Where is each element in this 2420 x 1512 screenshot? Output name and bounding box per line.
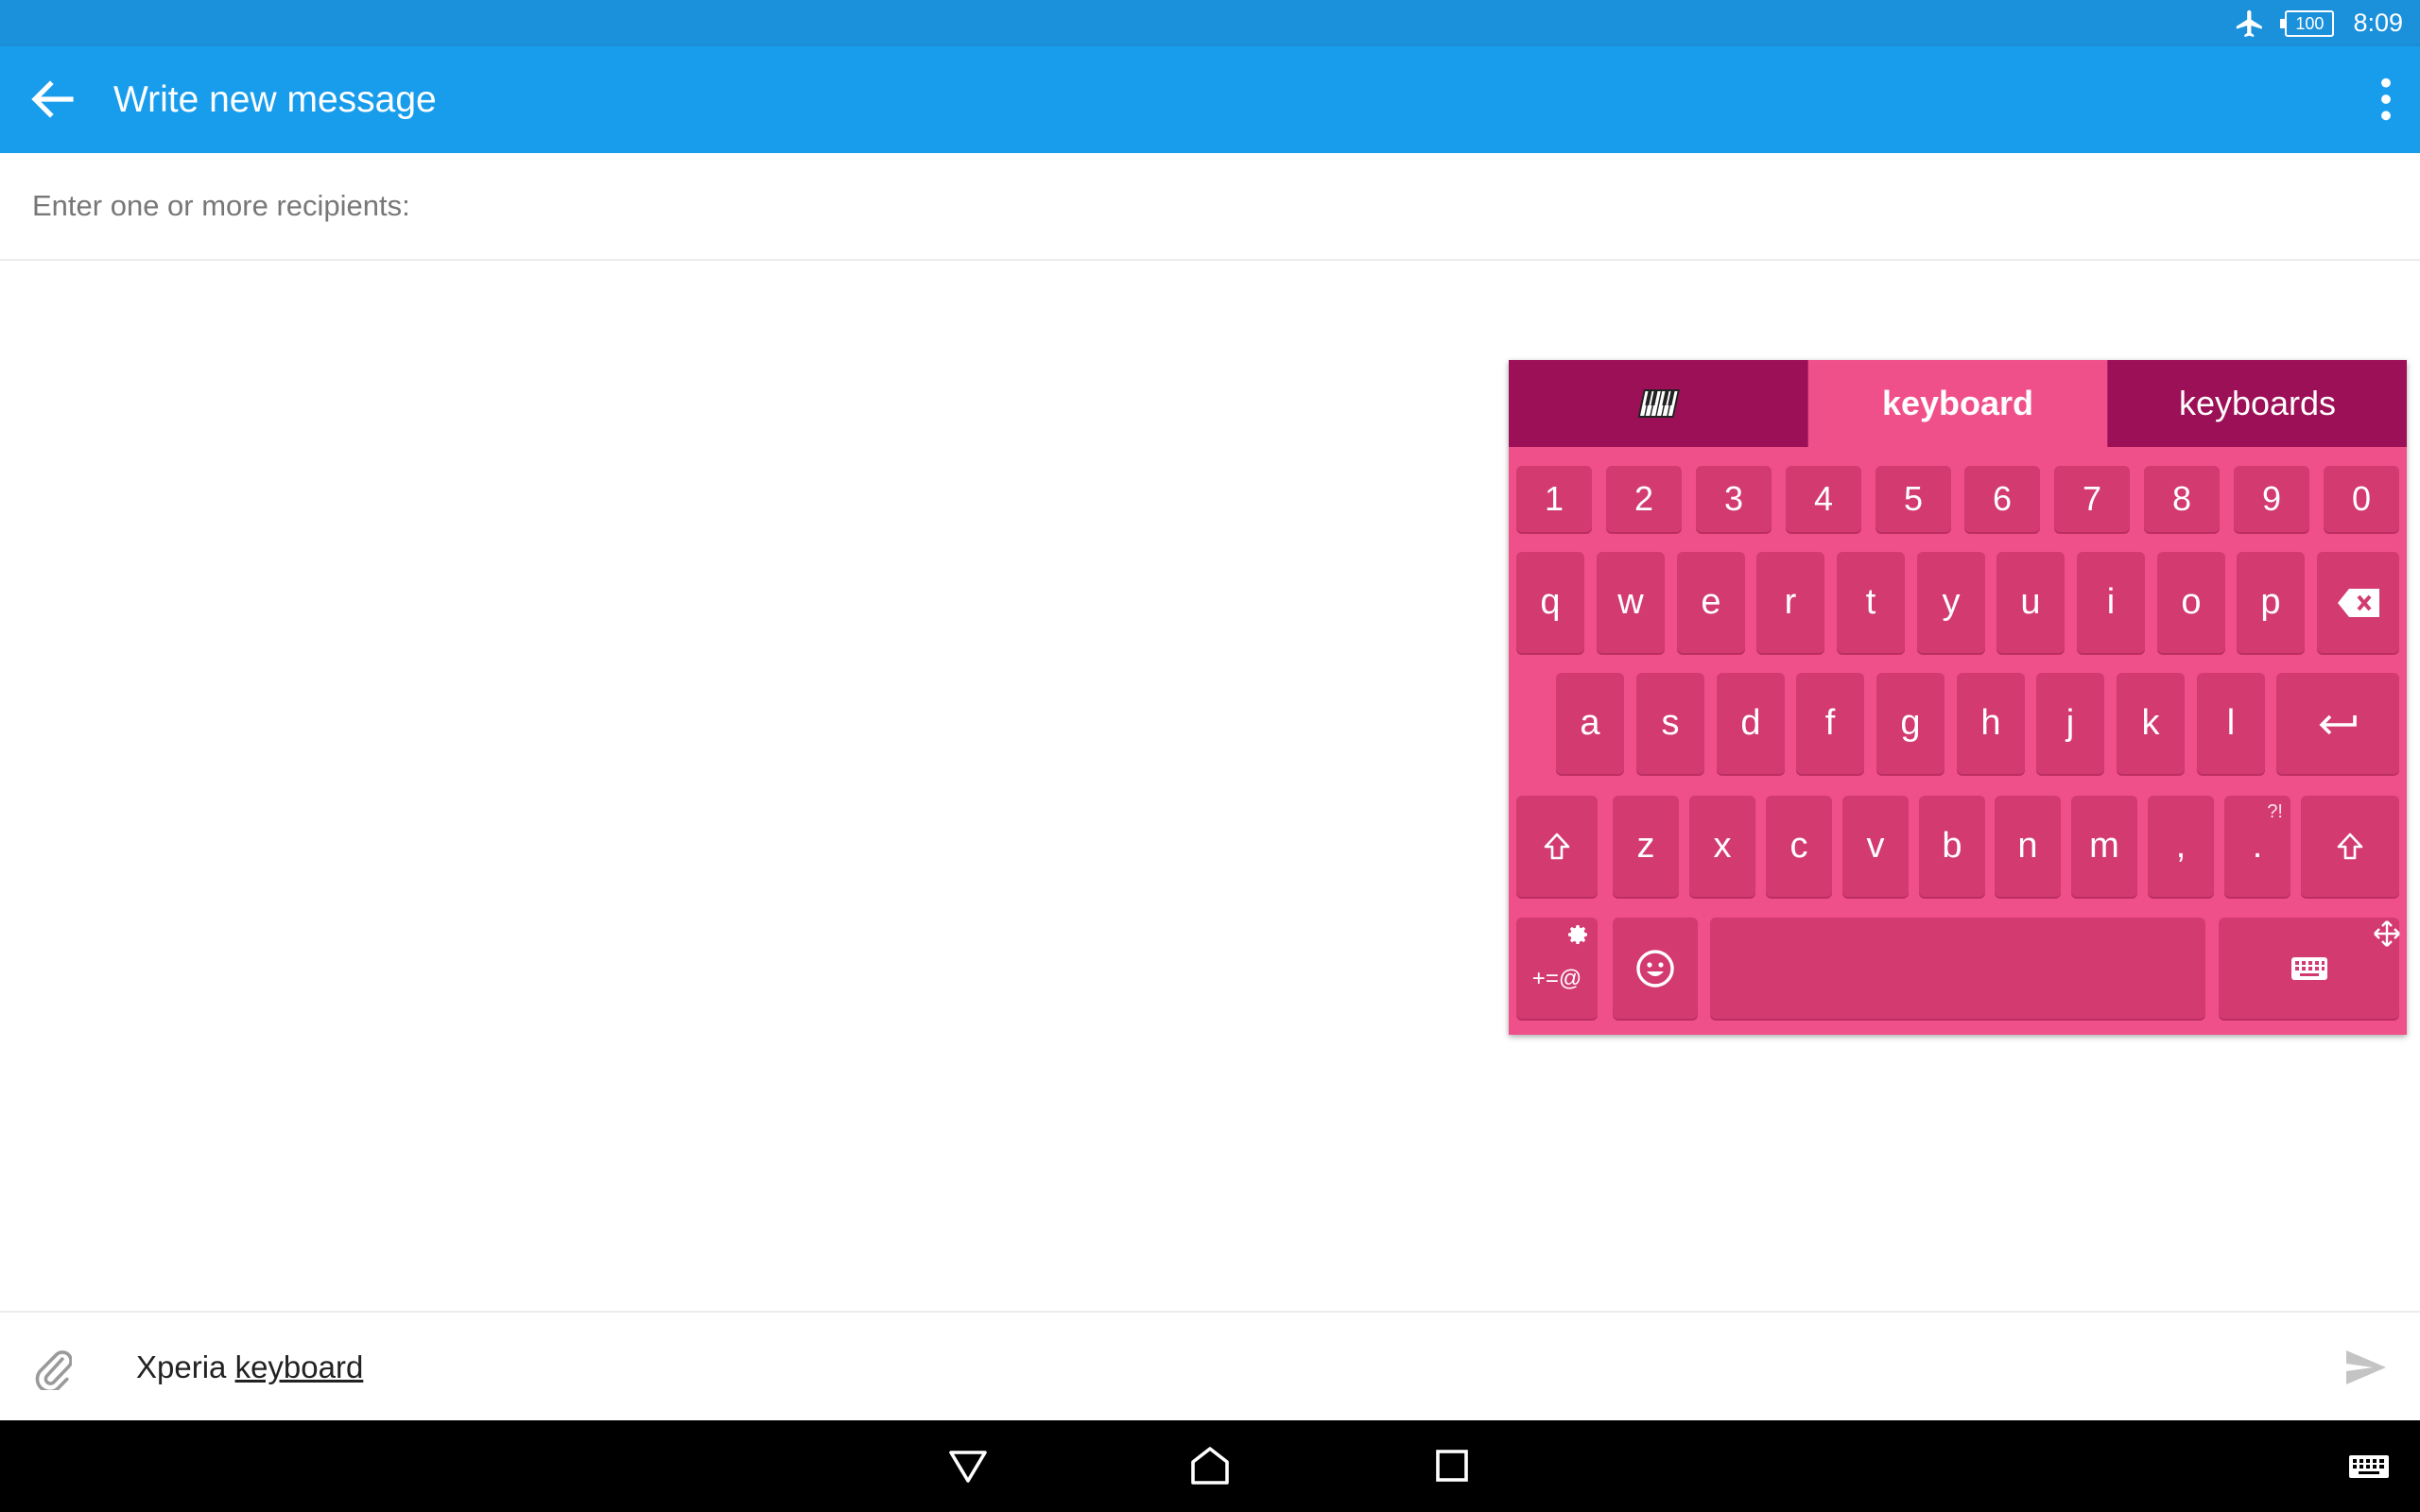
key-period[interactable]: . ?! [2224,796,2290,897]
key-x[interactable]: x [1689,796,1755,897]
key-z[interactable]: z [1613,796,1679,897]
enter-icon [2319,714,2357,734]
key-4[interactable]: 4 [1786,466,1861,532]
floating-keyboard: keyboard keyboards 1 2 3 4 5 6 7 8 9 0 q… [1509,360,2407,1035]
key-b[interactable]: b [1919,796,1985,897]
app-bar: Write new message [0,46,2420,153]
key-t[interactable]: t [1837,552,1905,653]
key-symbols[interactable]: +=@ [1516,918,1598,1019]
keyboard-tab-keyboards[interactable]: keyboards [2107,360,2407,447]
key-m[interactable]: m [2071,796,2137,897]
battery-level: 100 [2295,13,2325,33]
keyboard-tab-theme[interactable] [1509,360,1807,447]
key-c[interactable]: c [1766,796,1832,897]
send-icon[interactable] [2344,1349,2388,1386]
recipients-row [0,153,2420,261]
more-vertical-icon[interactable] [2369,75,2403,124]
key-symbols-label: +=@ [1531,965,1582,991]
backspace-icon [2337,588,2379,617]
message-text-plain: Xperia [136,1349,235,1384]
system-nav-bar [0,1420,2420,1512]
key-k[interactable]: k [2117,673,2185,774]
key-v[interactable]: v [1842,796,1909,897]
key-w[interactable]: w [1597,552,1665,653]
key-6[interactable]: 6 [1964,466,2040,532]
key-7[interactable]: 7 [2054,466,2130,532]
key-h[interactable]: h [1957,673,2025,774]
key-space[interactable] [1710,918,2205,1019]
message-text-composing: keyboard [234,1349,364,1384]
key-s[interactable]: s [1636,673,1704,774]
key-f[interactable]: f [1796,673,1864,774]
message-input[interactable]: Xperia keyboard [136,1313,363,1422]
message-composer: Xperia keyboard [0,1311,2420,1422]
key-2[interactable]: 2 [1606,466,1682,532]
move-keyboard-icon[interactable] [2373,919,2401,948]
smiley-icon [1636,949,1674,988]
key-r[interactable]: r [1756,552,1824,653]
key-i[interactable]: i [2077,552,2145,653]
key-0[interactable]: 0 [2324,466,2399,532]
key-enter[interactable] [2276,673,2399,774]
key-y[interactable]: y [1917,552,1985,653]
key-9[interactable]: 9 [2234,466,2309,532]
recents-icon[interactable] [1429,1443,1475,1488]
shift-icon [1544,833,1570,859]
key-g[interactable]: g [1876,673,1945,774]
key-o[interactable]: o [2157,552,2225,653]
key-shift-left[interactable] [1516,796,1598,897]
status-bar: 100 8:09 [0,0,2420,46]
paperclip-icon[interactable] [34,1347,72,1390]
keyboard-tab-bar: keyboard keyboards [1509,360,2407,447]
gear-icon [1568,925,1587,944]
keyboard-tab-keyboard[interactable]: keyboard [1807,360,2107,447]
key-a[interactable]: a [1556,673,1624,774]
recipients-input[interactable] [30,181,1357,231]
key-j[interactable]: j [2036,673,2104,774]
keyboard-icon [2290,956,2327,980]
home-icon[interactable] [1187,1443,1233,1488]
key-comma[interactable]: , [2148,796,2214,897]
key-period-hint: ?! [2267,801,2283,822]
key-u[interactable]: u [1996,552,2065,653]
key-5[interactable]: 5 [1876,466,1951,532]
key-l[interactable]: l [2197,673,2265,774]
key-p[interactable]: p [2237,552,2305,653]
airplane-mode-icon [2237,9,2263,37]
keyboard-switch-icon[interactable] [2348,1443,2390,1488]
shift-icon [2337,833,2363,859]
key-n[interactable]: n [1995,796,2061,897]
key-backspace[interactable] [2317,552,2399,653]
battery-icon: 100 [2280,9,2335,37]
key-8[interactable]: 8 [2144,466,2220,532]
key-1[interactable]: 1 [1516,466,1592,532]
key-q[interactable]: q [1516,552,1584,653]
key-period-label: . [2252,826,2263,866]
arrow-back-icon[interactable] [28,80,76,118]
key-shift-right[interactable] [2301,796,2399,897]
key-d[interactable]: d [1717,673,1785,774]
back-triangle-icon[interactable] [945,1443,991,1488]
key-e[interactable]: e [1677,552,1745,653]
piano-keys-icon [1637,389,1680,418]
key-3[interactable]: 3 [1696,466,1772,532]
status-time: 8:09 [2353,9,2403,37]
page-title: Write new message [113,79,437,120]
key-emoji[interactable] [1613,918,1698,1019]
